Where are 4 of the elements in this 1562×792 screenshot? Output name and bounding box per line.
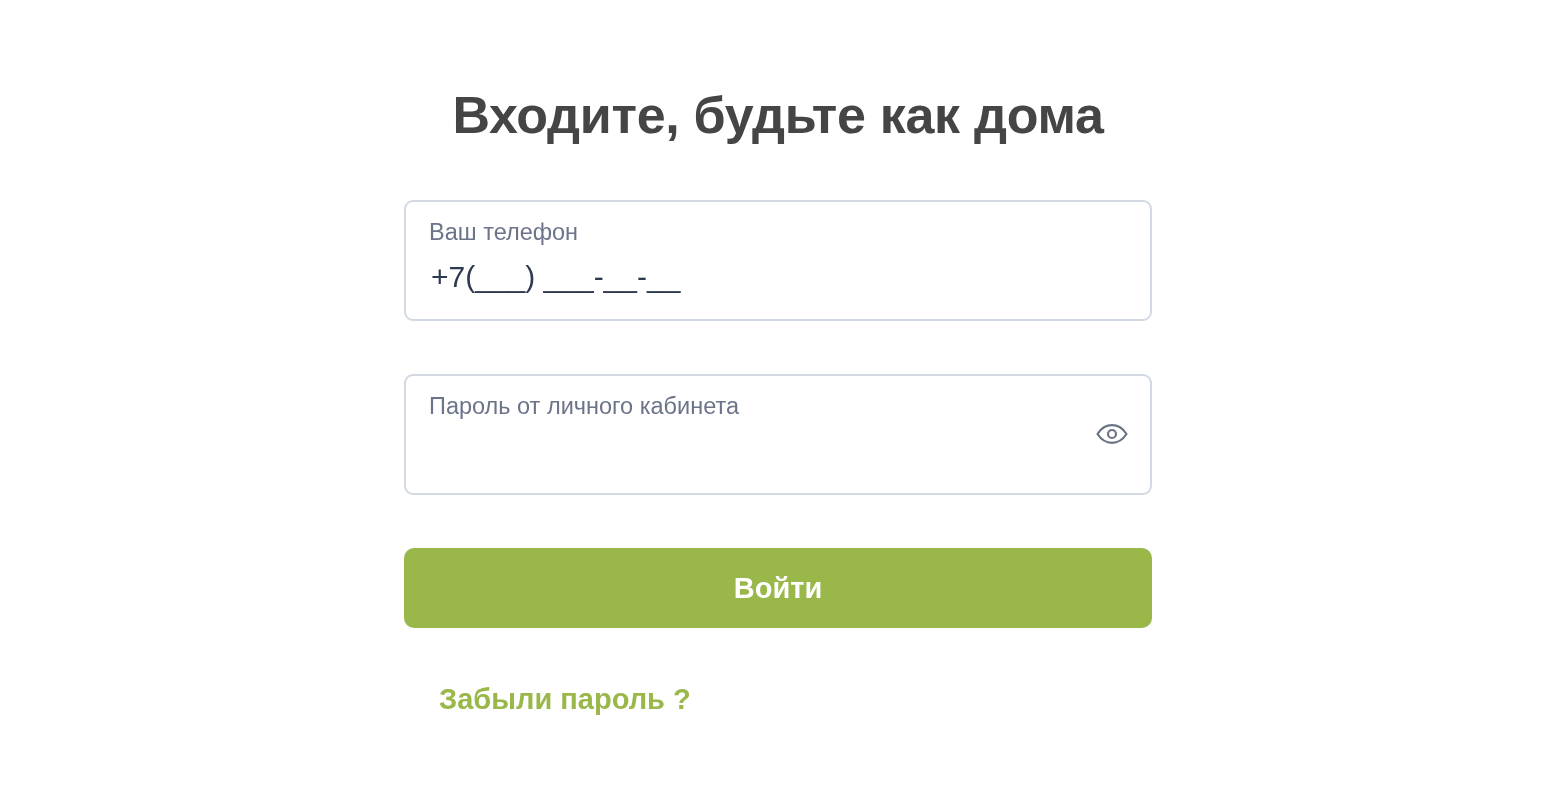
phone-input-field[interactable]: Ваш телефон +7(___) ___-__-__: [404, 200, 1152, 321]
password-input-field[interactable]: Пароль от личного кабинета: [404, 374, 1152, 495]
page-title: Входите, будьте как дома: [451, 85, 1106, 146]
eye-icon[interactable]: [1096, 423, 1128, 444]
